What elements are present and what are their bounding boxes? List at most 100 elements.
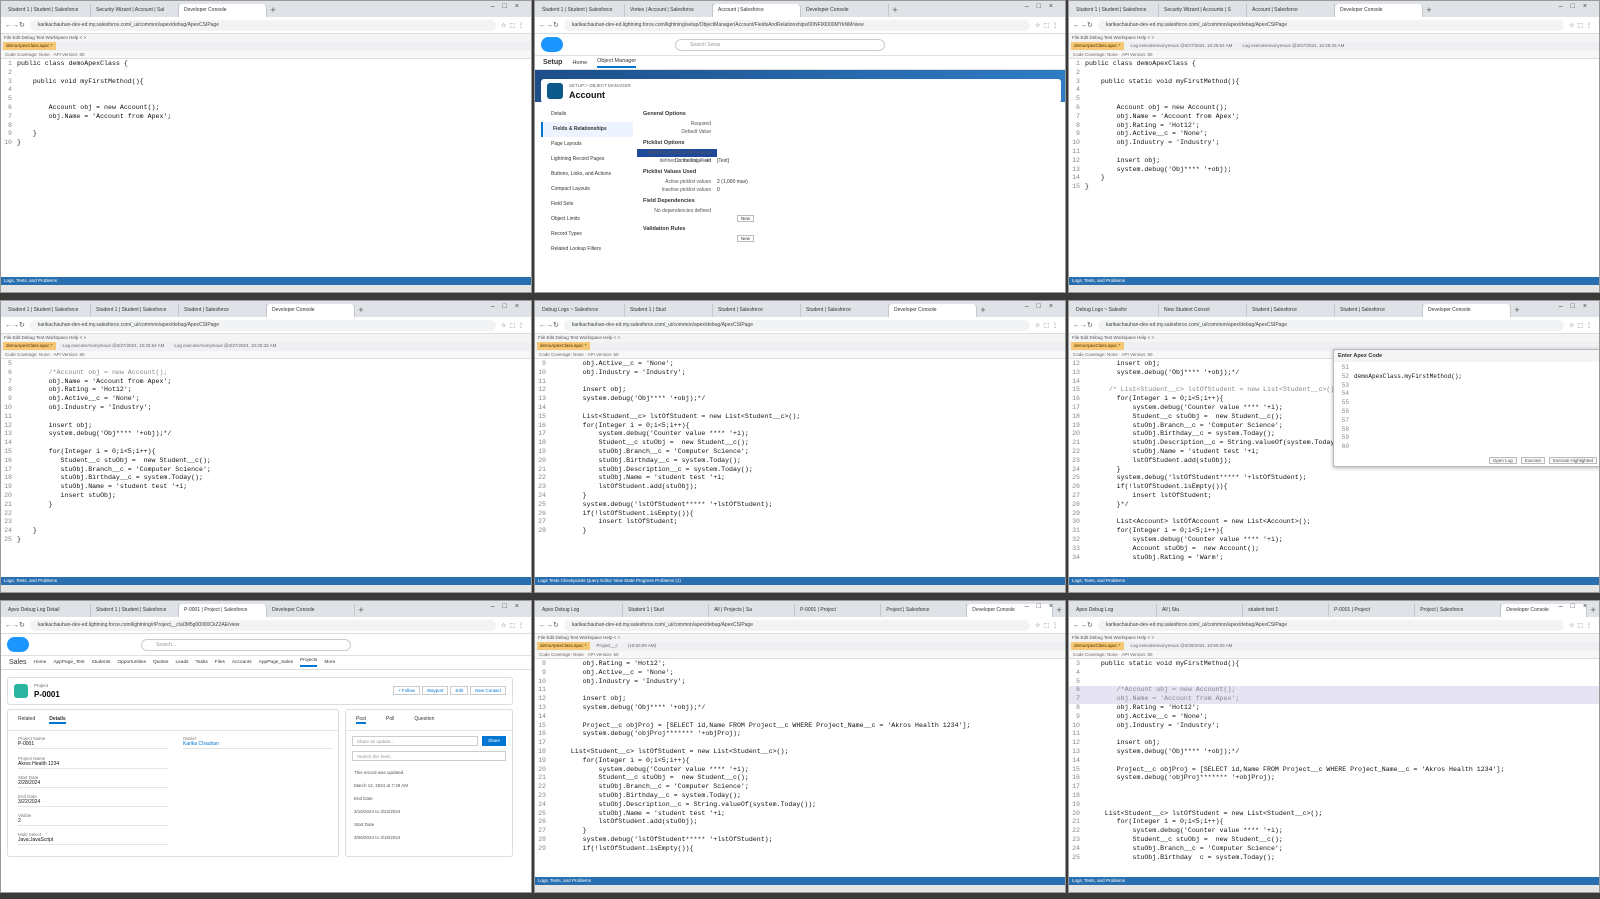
window-controls-icon[interactable]: –□× <box>491 603 527 610</box>
browser-tab[interactable]: Student 1 | Stud <box>625 304 713 317</box>
feed-search-input[interactable]: Search this feed... <box>352 751 506 761</box>
toolbar-icons[interactable]: ☆⬚⋮ <box>1035 22 1061 29</box>
chatter-tab[interactable]: Question <box>414 716 434 724</box>
nav-item[interactable]: Leads <box>175 660 188 665</box>
window-controls-icon[interactable]: –□× <box>491 3 527 10</box>
file-tab[interactable]: demoApexClass.apxc * <box>1071 42 1124 50</box>
window-controls-icon[interactable]: –□× <box>491 303 527 310</box>
toolbar-icons[interactable]: ☆⬚⋮ <box>1035 322 1061 329</box>
nav-item[interactable]: AppPage_Sales <box>259 660 293 665</box>
global-search-input[interactable]: Search... <box>141 639 351 651</box>
dialog-button[interactable]: Open Log <box>1488 457 1517 464</box>
new-tab-icon[interactable]: + <box>267 4 279 17</box>
nav-arrows-icon[interactable]: ←→↻ <box>5 321 25 329</box>
browser-tab[interactable]: Student | Salesforce <box>179 304 267 317</box>
sidebar-item[interactable]: Details <box>541 107 633 122</box>
file-tab[interactable]: Log executeAnonymous @3/27/2024, 10:25:3… <box>171 342 279 350</box>
browser-tab[interactable]: All | Projects | Sa <box>709 604 796 617</box>
chatter-tab[interactable]: Post <box>356 716 367 724</box>
url-field[interactable]: karikachauhan-dev-ed.my.salesforce.com/_… <box>1097 19 1564 31</box>
action-button[interactable]: + Follow <box>392 686 420 695</box>
dev-console-menu[interactable]: File Edit Debug Test Workspace Help < > <box>1069 34 1599 42</box>
browser-tab[interactable]: Developer Console <box>801 4 889 17</box>
code-editor[interactable]: 1 public class demoApexClass {2 3 public v… <box>1 60 531 276</box>
url-field[interactable]: karikachauhan-dev-ed.my.salesforce.com/_… <box>1097 319 1564 331</box>
browser-tab[interactable]: P-0001 | Project <box>1329 604 1416 617</box>
code-editor[interactable]: 9 obj.Active__c = 'None'; 10 obj.Industry… <box>535 360 1065 576</box>
nav-arrows-icon[interactable]: ←→↻ <box>1073 621 1093 629</box>
nav-item[interactable]: Opportunities <box>117 660 146 665</box>
logs-panel-bar[interactable]: Logs Tests Checkpoints Query Editor View… <box>535 577 1065 585</box>
code-editor[interactable]: 1 public class demoApexClass {2 3 public s… <box>1069 60 1599 276</box>
nav-arrows-icon[interactable]: ←→↻ <box>539 321 559 329</box>
nav-item[interactable]: Files <box>215 660 225 665</box>
record-field[interactable]: Owner Karika Chauhan <box>183 736 333 749</box>
browser-tab[interactable]: Security Wizard | Accounts | S <box>1159 4 1247 17</box>
browser-tab[interactable]: P-0001 | Project <box>795 604 882 617</box>
file-tab[interactable]: Log executeAnonymous @3/27/2024, 10:25:5… <box>60 342 168 350</box>
action-button[interactable]: New Contact <box>470 686 506 695</box>
browser-tab[interactable]: Student 1 | Student | Salesforce <box>3 4 91 17</box>
record-field[interactable]: Project Name P-0001 <box>18 736 168 749</box>
nav-item[interactable]: AppPage_Test <box>53 660 84 665</box>
browser-tab[interactable]: Developer Console <box>1423 304 1511 317</box>
salesforce-logo-icon[interactable] <box>541 37 563 52</box>
browser-tab[interactable]: P-0001 | Project | Salesforce <box>179 604 267 617</box>
new-tab-icon[interactable]: + <box>355 304 367 317</box>
browser-tab[interactable]: Security Wizard | Account | Sal <box>91 4 179 17</box>
browser-tab[interactable]: Student 1 | Student | Salesforce <box>3 304 91 317</box>
detail-tab[interactable]: Details <box>49 716 66 724</box>
browser-tab[interactable]: Account | Salesforce <box>1247 4 1335 17</box>
window-controls-icon[interactable]: –□× <box>1559 603 1595 610</box>
browser-tab[interactable]: Student | Salesforce <box>1247 304 1335 317</box>
dev-console-menu[interactable]: File Edit Debug Test Workspace Help < > <box>1 334 531 342</box>
chatter-tab[interactable]: Poll <box>386 716 394 724</box>
window-controls-icon[interactable]: –□× <box>1559 3 1595 10</box>
dev-console-menu[interactable]: File Edit Debug Test Workspace Help < > <box>1069 634 1599 642</box>
url-field[interactable]: karikachauhan-dev-ed.my.salesforce.com/_… <box>563 619 1030 631</box>
sidebar-item[interactable]: Related Lookup Filters <box>541 242 633 257</box>
browser-tab[interactable]: Student | Salesforce <box>1335 304 1423 317</box>
file-tab[interactable]: (10:50:09 AM) <box>625 642 659 650</box>
nav-item[interactable]: Home <box>34 660 47 665</box>
dev-console-menu[interactable]: File Edit Debug Test Workspace Help < > <box>535 634 1065 642</box>
breadcrumb[interactable]: SETUP > OBJECT MANAGER <box>569 83 631 88</box>
logs-panel-bar[interactable]: Logs, Tests, and Problems <box>1069 277 1599 285</box>
code-editor[interactable]: 8 obj.Rating = 'Hot12'; 9 obj.Active__c =… <box>535 660 1065 876</box>
setup-nav-item[interactable]: Object Manager <box>597 58 637 68</box>
browser-tab[interactable]: Developer Console <box>1335 4 1423 17</box>
dev-console-menu[interactable]: File Edit Debug Test Workspace Help < > <box>535 334 1065 342</box>
browser-tab[interactable]: Vortex | Account | Salesforce <box>625 4 713 17</box>
url-field[interactable]: karikachauhan-dev-ed.my.salesforce.com/_… <box>563 319 1030 331</box>
share-input[interactable]: Share an update... <box>352 736 478 746</box>
apex-code-input[interactable]: 51 52 demoApexClass.myFirstMethod(); 53 54 55… <box>1334 362 1599 454</box>
sidebar-item[interactable]: Compact Layouts <box>541 182 633 197</box>
file-tab[interactable]: demoApexClass.apxc * <box>3 342 56 350</box>
window-controls-icon[interactable]: –□× <box>1025 3 1061 10</box>
action-button[interactable]: Edit <box>450 686 469 695</box>
new-button[interactable]: New <box>737 235 755 242</box>
url-field[interactable]: karikachauhan-dev-ed.lightning.force.com… <box>563 19 1030 31</box>
logs-panel-bar[interactable]: Logs, Tests, and Problems <box>535 877 1065 885</box>
nav-arrows-icon[interactable]: ←→↻ <box>5 621 25 629</box>
logs-panel-bar[interactable]: Logs, Tests, and Problems <box>1069 577 1599 585</box>
code-editor[interactable]: 3 public static void myFirstMethod(){4 5 6… <box>1069 660 1599 876</box>
setup-search-input[interactable]: Search Setup <box>675 39 885 51</box>
browser-tab[interactable]: Apex Debug Log <box>1071 604 1158 617</box>
nav-arrows-icon[interactable]: ←→↻ <box>1073 321 1093 329</box>
file-tab[interactable]: demoApexClass.apxc * <box>1071 642 1124 650</box>
sidebar-item[interactable]: Record Types <box>541 227 633 242</box>
file-tab[interactable]: demoApexClass.apxc * <box>3 42 56 50</box>
browser-tab[interactable]: Developer Console <box>267 604 355 617</box>
nav-item[interactable]: Students <box>92 660 111 665</box>
code-editor[interactable]: 56 /*Account obj = new Account(); 7 obj.N… <box>1 360 531 576</box>
dialog-button[interactable]: Execute <box>1520 457 1545 464</box>
share-button[interactable]: Share <box>481 736 506 746</box>
dialog-button[interactable]: Execute Highlighted <box>1548 457 1597 464</box>
url-field[interactable]: karikachauhan-dev-ed.my.salesforce.com/_… <box>29 319 496 331</box>
url-field[interactable]: karikachauhan-dev-ed.my.salesforce.com/_… <box>1097 619 1564 631</box>
window-controls-icon[interactable]: –□× <box>1025 603 1061 610</box>
url-field[interactable]: karikachauhan-dev-ed.my.salesforce.com/_… <box>29 19 496 31</box>
logs-panel-bar[interactable]: Logs, Tests, and Problems <box>1 577 531 585</box>
browser-tab[interactable]: Project | Salesforce <box>1415 604 1502 617</box>
